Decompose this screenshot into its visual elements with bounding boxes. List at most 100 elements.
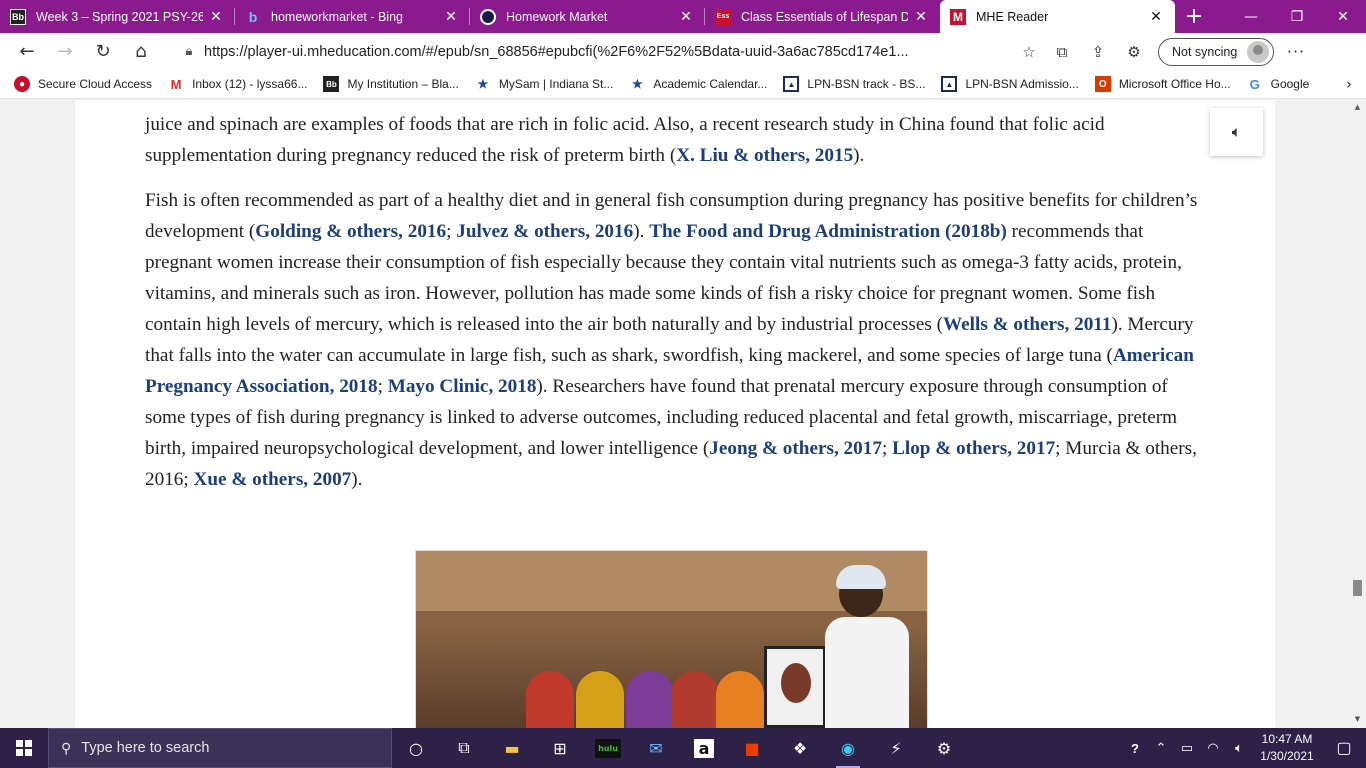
scroll-up-icon[interactable]: ▲ [1349, 100, 1366, 114]
notifications-icon[interactable]: ▢ [1322, 738, 1366, 758]
hulu-icon[interactable]: hulu [584, 728, 632, 768]
bookmark-lpn-bsn-track[interactable]: ▲ LPN-BSN track - BS... [783, 76, 925, 92]
read-aloud-button[interactable]: 🔈︎ [1210, 108, 1263, 156]
photo-person [626, 671, 674, 728]
photo-person [716, 671, 764, 728]
minimize-icon[interactable]: — [1228, 0, 1274, 33]
more-options-icon[interactable]: ··· [1274, 42, 1318, 61]
bookmark-lpn-bsn-admission[interactable]: ▲ LPN-BSN Admissio... [941, 76, 1079, 92]
cortana-icon[interactable]: ○ [392, 728, 440, 768]
hulu-icon-glyph: hulu [595, 738, 621, 758]
paragraph-text: ; [446, 221, 457, 242]
tab-title: MHE Reader [976, 9, 1049, 24]
tab-title: Class Essentials of Lifespan De [741, 9, 908, 24]
citation-link[interactable]: Golding & others, 2016 [255, 221, 446, 242]
lock-icon[interactable]: 🔒︎ [174, 44, 204, 59]
address-bar[interactable]: 🔒︎ https://player-ui.mheducation.com/#/e… [174, 37, 1044, 67]
store-icon[interactable]: ⊞ [536, 728, 584, 768]
task-view-icon[interactable]: ⧉ [440, 728, 488, 768]
tab-mhe-reader[interactable]: M MHE Reader ✕ [940, 0, 1175, 33]
citation-link[interactable]: X. Liu & others, 2015 [676, 145, 853, 166]
share-icon[interactable]: ⇪ [1080, 36, 1116, 68]
close-tab-icon[interactable]: ✕ [912, 8, 930, 25]
scroll-down-icon[interactable]: ▼ [1349, 712, 1366, 726]
close-window-icon[interactable]: ✕ [1320, 0, 1366, 33]
citation-link[interactable]: Mayo Clinic, 2018 [388, 376, 537, 397]
bookmark-mysam[interactable]: ★ MySam | Indiana St... [475, 76, 613, 92]
photo-person [671, 671, 719, 728]
clock[interactable]: 10:47 AM 1/30/2021 [1252, 731, 1322, 765]
close-tab-icon[interactable]: ✕ [207, 8, 225, 25]
bookmark-inbox[interactable]: M Inbox (12) - lyssa66... [168, 76, 308, 92]
vertical-scrollbar[interactable]: ▲ ▼ [1349, 100, 1366, 728]
url-text[interactable]: https://player-ui.mheducation.com/#/epub… [204, 44, 1014, 60]
office-icon[interactable]: ■ [728, 728, 776, 768]
scrollbar-thumb[interactable] [1353, 580, 1362, 596]
new-tab-button[interactable]: + [1175, 0, 1213, 33]
collections-icon[interactable]: ⧉ [1044, 36, 1080, 68]
bookmark-secure-cloud[interactable]: ● Secure Cloud Access [14, 76, 152, 92]
clock-date: 1/30/2021 [1260, 749, 1314, 763]
bookmark-label: My Institution – Bla... [347, 77, 459, 91]
citation-link[interactable]: Xue & others, 2007 [194, 469, 352, 490]
bing-icon: b [248, 8, 258, 25]
system-tray: ? ⌃ ▭ ◠ 🔈︎ 10:47 AM 1/30/2021 ▢ [1122, 731, 1366, 765]
figure-photo[interactable] [416, 551, 927, 728]
chevron-right-icon[interactable]: › [1332, 75, 1366, 93]
mail-icon[interactable]: ✉ [632, 728, 680, 768]
chevron-up-icon[interactable]: ⌃ [1148, 740, 1174, 756]
photo-person [526, 671, 574, 728]
windows-taskbar: ⚲ Type here to search ○ ⧉ ▬ ⊞ hulu ✉ a ■… [0, 728, 1366, 768]
bookmark-academic-calendar[interactable]: ★ Academic Calendar... [629, 76, 767, 92]
file-explorer-icon[interactable]: ▬ [488, 728, 536, 768]
dropbox-icon[interactable]: ❖ [776, 728, 824, 768]
book-page: juice and spinach are examples of foods … [75, 100, 1275, 728]
volume-icon[interactable]: 🔈︎ [1226, 740, 1252, 756]
tab-homework-market[interactable]: Homework Market ✕ [470, 0, 705, 33]
gmail-icon: M [170, 76, 182, 92]
forward-icon[interactable]: → [46, 36, 84, 68]
wifi-icon[interactable]: ◠ [1200, 740, 1226, 756]
settings-icon[interactable]: ⚙ [920, 728, 968, 768]
tab-lifespan[interactable]: Ess Class Essentials of Lifespan De ✕ [705, 0, 940, 33]
bookmark-google[interactable]: G Google [1247, 76, 1310, 92]
start-button[interactable] [0, 728, 48, 768]
favorites-bar: ● Secure Cloud Access M Inbox (12) - lys… [0, 70, 1366, 99]
refresh-icon[interactable]: ↻ [84, 36, 122, 68]
extensions-icon[interactable]: ⚙ [1116, 36, 1152, 68]
home-icon[interactable]: ⌂ [122, 36, 160, 68]
window-controls: — ❐ ✕ [1228, 0, 1366, 33]
restore-icon[interactable]: ❐ [1274, 0, 1320, 33]
reader-content: juice and spinach are examples of foods … [0, 100, 1366, 728]
windows-logo-icon [16, 740, 32, 756]
tab-bing[interactable]: b homeworkmarket - Bing ✕ [235, 0, 470, 33]
search-icon: ⚲ [61, 739, 72, 756]
homework-market-icon [480, 8, 496, 25]
profile-sync-button[interactable]: Not syncing [1158, 37, 1274, 66]
battery-icon[interactable]: ▭ [1174, 740, 1200, 756]
sync-label: Not syncing [1172, 44, 1238, 59]
power-automate-icon[interactable]: ⚡ [872, 728, 920, 768]
citation-link[interactable]: The Food and Drug Administration (2018b) [649, 221, 1007, 242]
tab-week3[interactable]: Bb Week 3 – Spring 2021 PSY-266 ✕ [0, 0, 235, 33]
photo-presenter [821, 561, 911, 728]
bookmark-microsoft-office[interactable]: O Microsoft Office Ho... [1094, 76, 1231, 92]
help-icon[interactable]: ? [1122, 741, 1148, 756]
citation-link[interactable]: Jeong & others, 2017 [709, 438, 882, 459]
paragraph-text: ). [853, 145, 865, 166]
close-tab-icon[interactable]: ✕ [1147, 8, 1165, 25]
mhe-icon: M [950, 8, 966, 25]
edge-icon[interactable]: ◉ [824, 728, 872, 768]
back-icon[interactable]: ← [8, 36, 46, 68]
bookmark-my-institution[interactable]: Bb My Institution – Bla... [323, 76, 459, 92]
amazon-icon[interactable]: a [680, 728, 728, 768]
office-icon: O [1094, 76, 1111, 92]
close-tab-icon[interactable]: ✕ [677, 8, 695, 25]
citation-link[interactable]: Llop & others, 2017 [892, 438, 1055, 459]
taskbar-search[interactable]: ⚲ Type here to search [48, 728, 392, 768]
paragraph-text: ; [377, 376, 388, 397]
close-tab-icon[interactable]: ✕ [442, 8, 460, 25]
add-favorite-icon[interactable]: ☆ [1014, 43, 1044, 61]
citation-link[interactable]: Julvez & others, 2016 [456, 221, 633, 242]
citation-link[interactable]: Wells & others, 2011 [943, 314, 1111, 335]
